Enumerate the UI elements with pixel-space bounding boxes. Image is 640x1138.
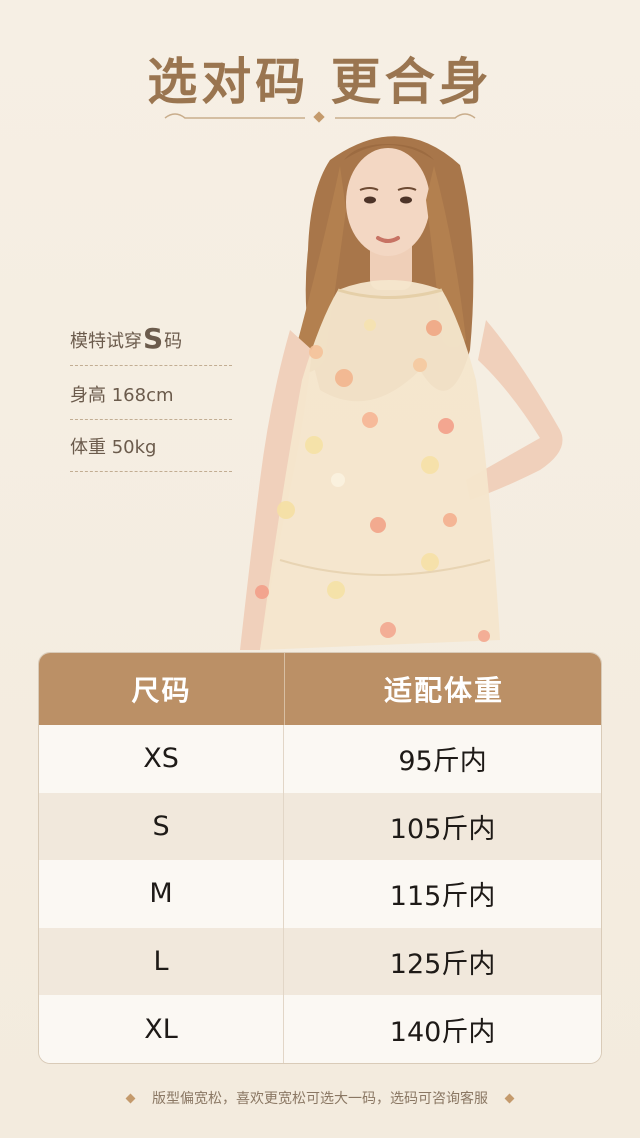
model-weight-text: 体重 50kg <box>70 437 157 458</box>
model-height: 身高 168cm <box>70 368 232 420</box>
diamond-icon <box>125 1093 136 1103</box>
weight-cell: 125斤内 <box>389 949 496 981</box>
size-cell: XL <box>39 995 285 1063</box>
header-size: 尺码 <box>39 653 285 725</box>
table-row: M 115斤内 <box>39 860 601 928</box>
size-cell: M <box>39 860 285 928</box>
footer-note: 版型偏宽松，喜欢更宽松可选大一码，选码可咨询客服 <box>0 1088 640 1108</box>
page-title: 选对码 更合身 <box>147 53 493 111</box>
model-photo <box>240 136 563 650</box>
size-cell: XS <box>39 725 285 793</box>
footer-note-text: 版型偏宽松，喜欢更宽松可选大一码，选码可咨询客服 <box>152 1091 488 1107</box>
table-row: XS 95斤内 <box>39 725 601 793</box>
model-height-text: 身高 168cm <box>70 385 174 406</box>
table-row: XL 140斤内 <box>39 995 601 1063</box>
tried-size-letter: S <box>143 322 164 355</box>
size-cell: L <box>39 927 285 996</box>
diamond-icon <box>504 1093 515 1103</box>
model-weight: 体重 50kg <box>70 420 232 472</box>
weight-cell: 95斤内 <box>398 746 487 778</box>
tried-prefix: 模特试穿 <box>70 331 142 352</box>
weight-cell: 140斤内 <box>389 1016 496 1048</box>
header-weight: 适配体重 <box>383 674 504 707</box>
weight-cell: 115斤内 <box>389 881 496 913</box>
table-row: S 105斤内 <box>39 792 601 861</box>
table-row: L 125斤内 <box>39 927 601 996</box>
size-guide-page: 选对码 更合身 模特试穿 S 码 身高 168cm 体重 50kg 尺码 适配体… <box>0 0 640 1138</box>
table-header: 尺码 适配体重 <box>39 653 601 725</box>
weight-cell: 105斤内 <box>389 813 496 845</box>
size-cell: S <box>39 792 285 861</box>
tried-suffix: 码 <box>164 331 183 352</box>
model-tried-size: 模特试穿 S 码 <box>70 314 232 366</box>
size-table: 尺码 适配体重 XS 95斤内 S 105斤内 M 115斤内 L 125斤内 … <box>38 652 602 1064</box>
